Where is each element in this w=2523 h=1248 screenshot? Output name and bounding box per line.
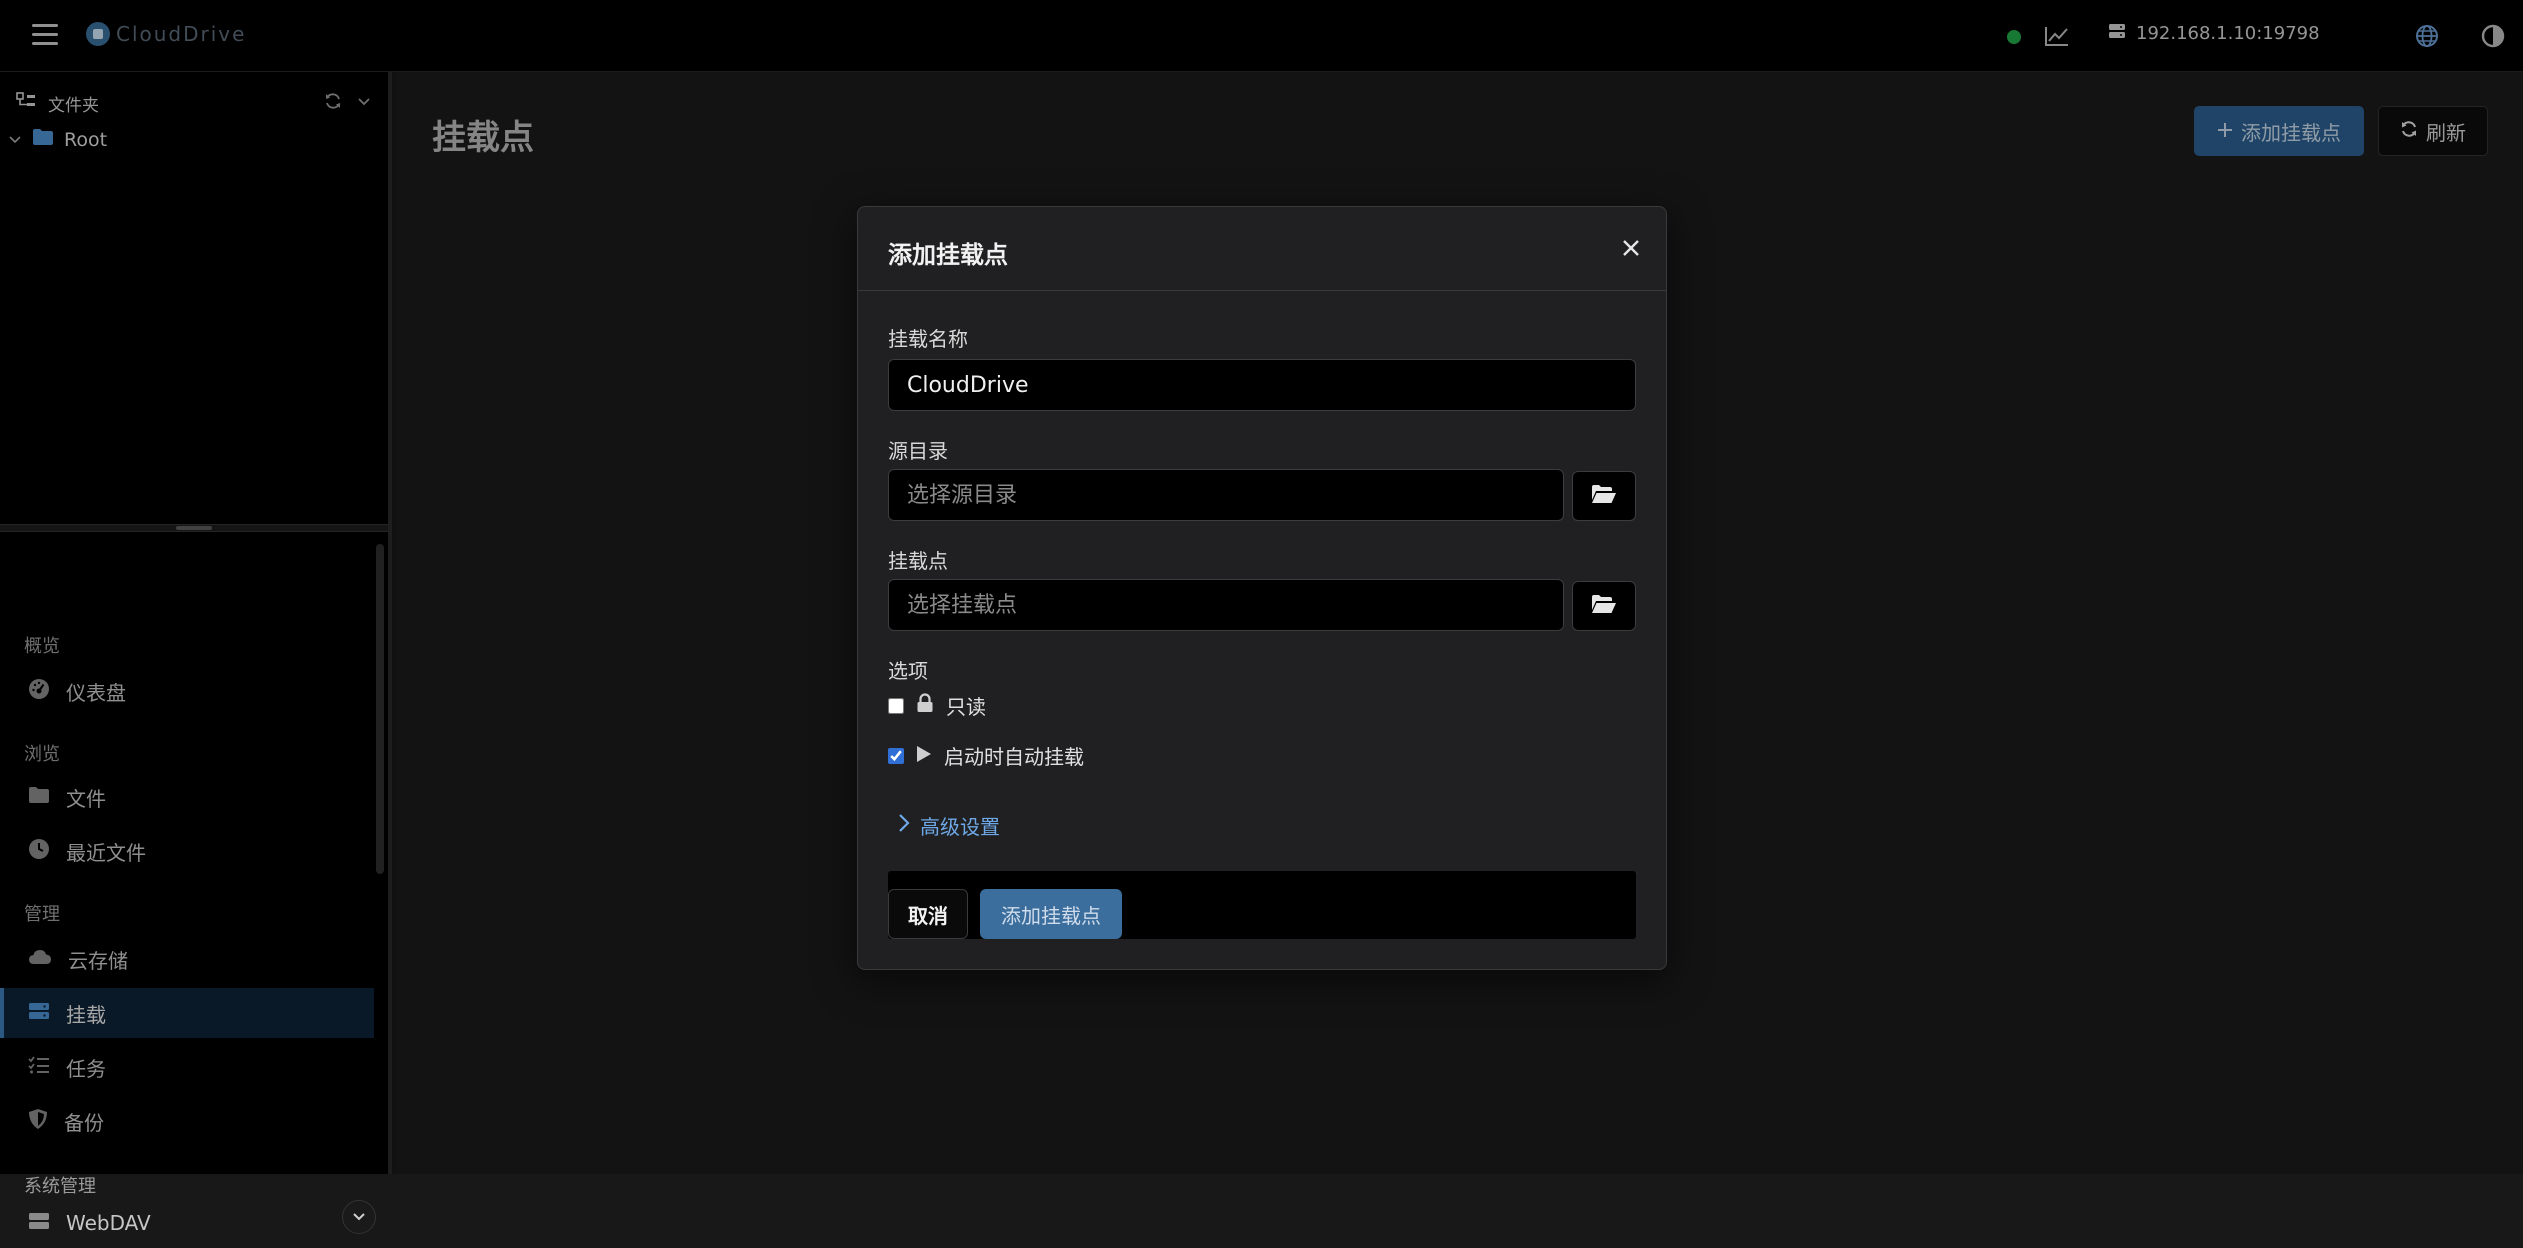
- sidebar-item-webdav[interactable]: WebDAV: [0, 1198, 374, 1248]
- readonly-checkbox[interactable]: [888, 697, 904, 714]
- chevron-right-icon: [898, 813, 910, 838]
- chevron-down-icon: [352, 1208, 366, 1227]
- add-mount-dialog: 添加挂载点 挂载名称 源目录 挂载点 选项 只读 启动时自动挂载: [857, 206, 1667, 970]
- server-icon: [28, 1211, 50, 1236]
- dialog-footer: 取消 添加挂载点: [888, 871, 1636, 939]
- submit-add-mount-button[interactable]: 添加挂载点: [980, 889, 1122, 939]
- mountpoint-input[interactable]: [888, 579, 1564, 631]
- close-icon[interactable]: [1616, 233, 1646, 263]
- dialog-title: 添加挂载点: [888, 241, 1008, 269]
- dialog-header: 添加挂载点: [858, 207, 1666, 291]
- options-label: 选项: [888, 659, 928, 683]
- automount-label: 启动时自动挂载: [944, 745, 1084, 769]
- sidebar-item-label: WebDAV: [66, 1211, 151, 1235]
- browse-source-button[interactable]: [1572, 471, 1636, 521]
- source-directory-input[interactable]: [888, 469, 1564, 521]
- scroll-down-button[interactable]: [342, 1200, 376, 1234]
- folder-open-icon: [1591, 484, 1617, 508]
- source-directory-label: 源目录: [888, 439, 948, 463]
- mount-name-input[interactable]: [888, 359, 1636, 411]
- automount-checkbox[interactable]: [888, 747, 904, 764]
- play-icon: [916, 744, 932, 768]
- mount-name-label: 挂载名称: [888, 327, 968, 351]
- nav-section-system: 系统管理: [24, 1176, 96, 1197]
- folder-open-icon: [1591, 594, 1617, 618]
- mountpoint-label: 挂载点: [888, 549, 948, 573]
- option-readonly[interactable]: 只读: [888, 691, 986, 720]
- browse-mountpoint-button[interactable]: [1572, 581, 1636, 631]
- option-automount[interactable]: 启动时自动挂载: [888, 741, 1084, 770]
- cancel-button[interactable]: 取消: [888, 889, 968, 939]
- advanced-settings-toggle[interactable]: 高级设置: [898, 811, 1000, 840]
- advanced-settings-label: 高级设置: [920, 815, 1000, 839]
- lock-icon: [916, 693, 934, 718]
- readonly-label: 只读: [946, 695, 986, 719]
